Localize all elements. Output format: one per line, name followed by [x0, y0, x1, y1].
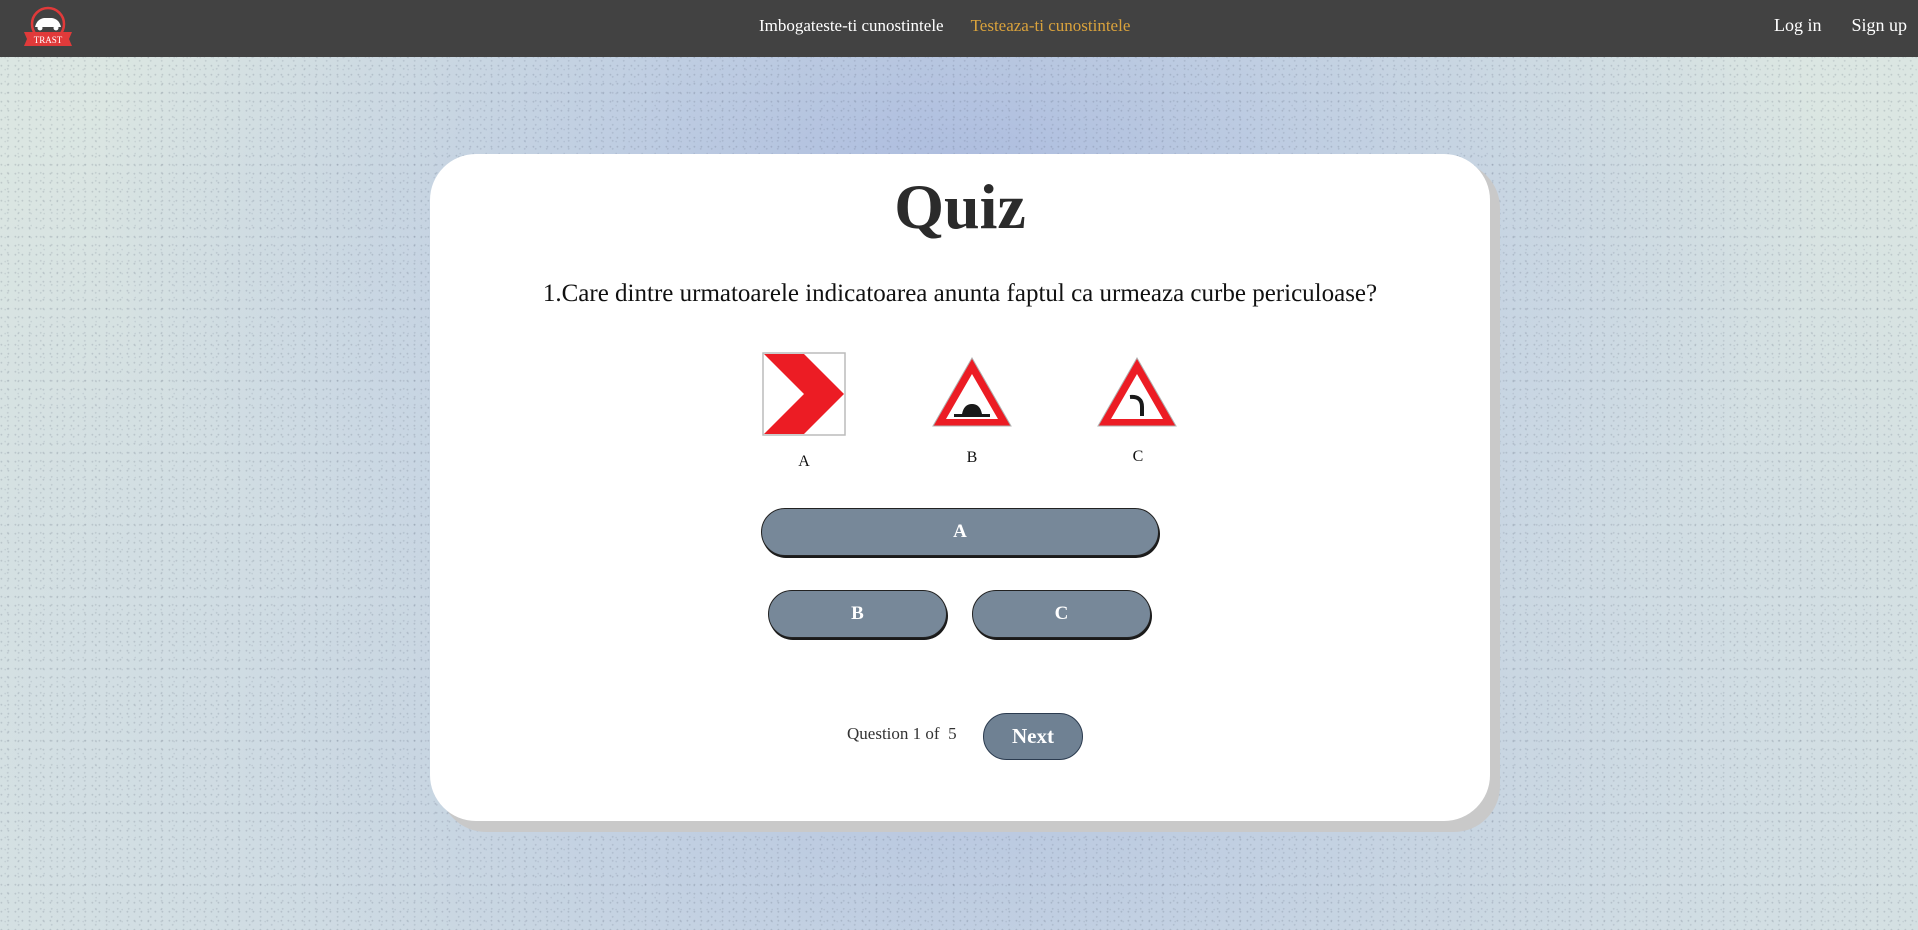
answer-c-button[interactable]: C	[972, 590, 1151, 638]
progress-of: of	[925, 724, 940, 743]
trast-logo-icon[interactable]: TRAST	[22, 6, 74, 46]
progress-prefix: Question	[847, 724, 909, 743]
login-link[interactable]: Log in	[1774, 15, 1822, 36]
speed-bump-warning-sign-icon	[930, 354, 1014, 430]
navbar: TRAST Imbogateste-ti cunostintele Testea…	[0, 0, 1918, 57]
next-button[interactable]: Next	[983, 713, 1083, 760]
answer-a-button[interactable]: A	[761, 508, 1159, 556]
nav-link-testeaza[interactable]: Testeaza-ti cunostintele	[971, 16, 1131, 36]
answer-b-button[interactable]: B	[768, 590, 947, 638]
sign-label-b: B	[966, 449, 978, 466]
progress-current: 1	[912, 724, 922, 743]
quiz-title: Quiz	[894, 171, 1026, 242]
chevron-turn-sign-icon	[762, 352, 846, 436]
auth-links: Log in Sign up	[1774, 15, 1907, 36]
logo-text: TRAST	[34, 35, 63, 45]
progress-total: 5	[948, 724, 957, 743]
signup-link[interactable]: Sign up	[1851, 15, 1907, 36]
quiz-card: Quiz 1.Care dintre urmatoarele indicatoa…	[430, 154, 1490, 821]
nav-link-imbogateste[interactable]: Imbogateste-ti cunostintele	[759, 16, 944, 36]
sign-label-c: C	[1132, 448, 1144, 465]
dangerous-curve-warning-sign-icon	[1095, 354, 1179, 430]
question-progress: Question 1 of 5	[847, 724, 957, 744]
sign-label-a: A	[798, 453, 810, 470]
nav-links: Imbogateste-ti cunostintele Testeaza-ti …	[759, 16, 1130, 36]
question-text: 1.Care dintre urmatoarele indicatoarea a…	[542, 280, 1378, 307]
